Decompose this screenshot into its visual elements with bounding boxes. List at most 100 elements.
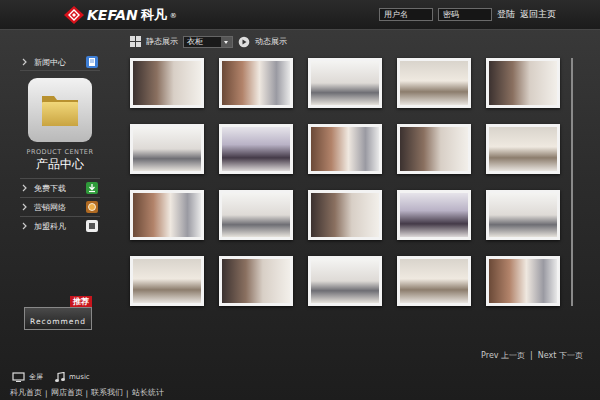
top-bar: KEFAN科凡® 登陆返回主页: [0, 0, 600, 30]
thumbnail[interactable]: [130, 58, 204, 108]
download-icon: [86, 182, 98, 194]
thumbnail-photo: [133, 193, 201, 237]
static-view-link[interactable]: 静态展示: [146, 36, 178, 47]
thumbnail[interactable]: [397, 256, 471, 306]
login-form: 登陆返回主页: [379, 8, 556, 21]
folder-icon: [28, 78, 92, 142]
thumbnail-photo: [400, 61, 468, 105]
footer-separator: |: [126, 389, 129, 398]
category-dropdown[interactable]: 衣柜: [183, 36, 233, 48]
next-page-link[interactable]: Next 下一页: [538, 350, 583, 361]
footer-link[interactable]: 站长统计: [132, 388, 164, 398]
login-link[interactable]: 登陆: [497, 9, 515, 21]
thumbnail-photo: [489, 193, 557, 237]
thumbnail-photo: [311, 61, 379, 105]
toolbar: 静态展示衣柜 动态展示: [130, 33, 573, 50]
logo-mark: ®: [170, 12, 177, 20]
thumbnail[interactable]: [486, 256, 560, 306]
pagination-separator: |: [530, 351, 533, 360]
footer-link[interactable]: 联系我们: [91, 388, 123, 398]
footer-link[interactable]: 网店首页: [51, 388, 83, 398]
thumbnail[interactable]: [397, 58, 471, 108]
thumbnail[interactable]: [219, 58, 293, 108]
home-link[interactable]: 返回主页: [520, 9, 556, 21]
thumbnail-photo: [222, 193, 290, 237]
gallery-panel: 静态展示衣柜 动态展示: [130, 30, 573, 345]
thumbnail[interactable]: [308, 58, 382, 108]
news-icon: [86, 56, 98, 68]
thumbnail-photo: [311, 193, 379, 237]
username-field[interactable]: [379, 8, 433, 21]
network-icon: [86, 201, 98, 213]
thumbnail-photo: [400, 127, 468, 171]
thumbnail-photo: [400, 259, 468, 303]
password-field[interactable]: [438, 8, 492, 21]
product-center-tile[interactable]: [28, 78, 92, 142]
play-circle-icon: [238, 36, 250, 48]
main-area: 新闻中心PRODUCT CENTER产品中心免费下载营销网络加盟科凡Recomm…: [0, 30, 600, 345]
sidebar-item-label: 营销网络: [34, 202, 66, 213]
thumbnail[interactable]: [130, 124, 204, 174]
thumbnail-photo: [222, 127, 290, 171]
chevron-icon: [22, 58, 28, 66]
music-note-icon: [55, 372, 65, 383]
tools-bar: 全屏 music: [0, 370, 600, 384]
chevron-icon: [22, 184, 28, 192]
thumbnail[interactable]: [486, 58, 560, 108]
thumbnail[interactable]: [130, 190, 204, 240]
footer-link[interactable]: 科凡首页: [10, 388, 42, 398]
thumbnail[interactable]: [486, 190, 560, 240]
diamond-logo-icon: [64, 6, 84, 24]
grid-icon: [130, 36, 141, 47]
logo[interactable]: KEFAN科凡®: [64, 6, 177, 24]
thumbnail[interactable]: [308, 190, 382, 240]
thumbnail[interactable]: [130, 256, 204, 306]
thumbnail-photo: [489, 259, 557, 303]
product-center-title: 产品中心: [20, 156, 100, 173]
gallery: [130, 58, 573, 306]
footer-links: 科凡首页|网店首页|联系我们|站长统计: [0, 386, 600, 400]
sidebar-item[interactable]: 加盟科凡: [20, 216, 100, 235]
logo-name: 科凡: [141, 6, 167, 24]
thumbnail-photo: [133, 127, 201, 171]
thumbnail[interactable]: [219, 124, 293, 174]
sidebar-item[interactable]: 免费下载: [20, 178, 100, 197]
thumbnail[interactable]: [308, 256, 382, 306]
join-icon: [86, 220, 98, 232]
recommend-badge: 推荐: [70, 296, 92, 307]
tool-label: 全屏: [29, 372, 43, 382]
tool-button[interactable]: music: [55, 372, 90, 383]
thumbnail[interactable]: [397, 124, 471, 174]
chevron-icon: [22, 203, 28, 211]
prev-page-link[interactable]: Prev 上一页: [481, 350, 525, 361]
sidebar-item-label: 新闻中心: [34, 57, 66, 68]
thumbnail-photo: [489, 61, 557, 105]
thumbnail-photo: [311, 259, 379, 303]
sidebar: 新闻中心PRODUCT CENTER产品中心免费下载营销网络加盟科凡Recomm…: [20, 30, 100, 345]
logo-brand: KEFAN: [87, 7, 138, 23]
sidebar-item-label: 加盟科凡: [34, 221, 66, 232]
page: KEFAN科凡®登陆返回主页新闻中心PRODUCT CENTER产品中心免费下载…: [0, 0, 600, 400]
fullscreen-icon: [12, 372, 25, 382]
thumbnail[interactable]: [486, 124, 560, 174]
thumbnail[interactable]: [397, 190, 471, 240]
thumbnail-photo: [400, 193, 468, 237]
thumbnail[interactable]: [219, 190, 293, 240]
thumbnail[interactable]: [219, 256, 293, 306]
recommend-button[interactable]: Recommend推荐: [24, 307, 92, 330]
dynamic-view-link[interactable]: 动态展示: [255, 36, 287, 47]
sidebar-item[interactable]: 营销网络: [20, 197, 100, 216]
thumbnail-grid: [130, 58, 560, 306]
thumbnail[interactable]: [308, 124, 382, 174]
dropdown-value: 衣柜: [184, 37, 221, 47]
pagination: Prev 上一页 | Next 下一页: [0, 345, 600, 365]
scrollbar[interactable]: [571, 58, 573, 306]
tool-button[interactable]: 全屏: [12, 372, 43, 382]
thumbnail-photo: [133, 259, 201, 303]
sidebar-item[interactable]: 新闻中心: [20, 54, 100, 71]
sidebar-item-label: 免费下载: [34, 183, 66, 194]
tool-label: music: [69, 373, 90, 381]
recommend-label: Recommend: [30, 317, 86, 326]
thumbnail-photo: [222, 61, 290, 105]
thumbnail-photo: [222, 259, 290, 303]
